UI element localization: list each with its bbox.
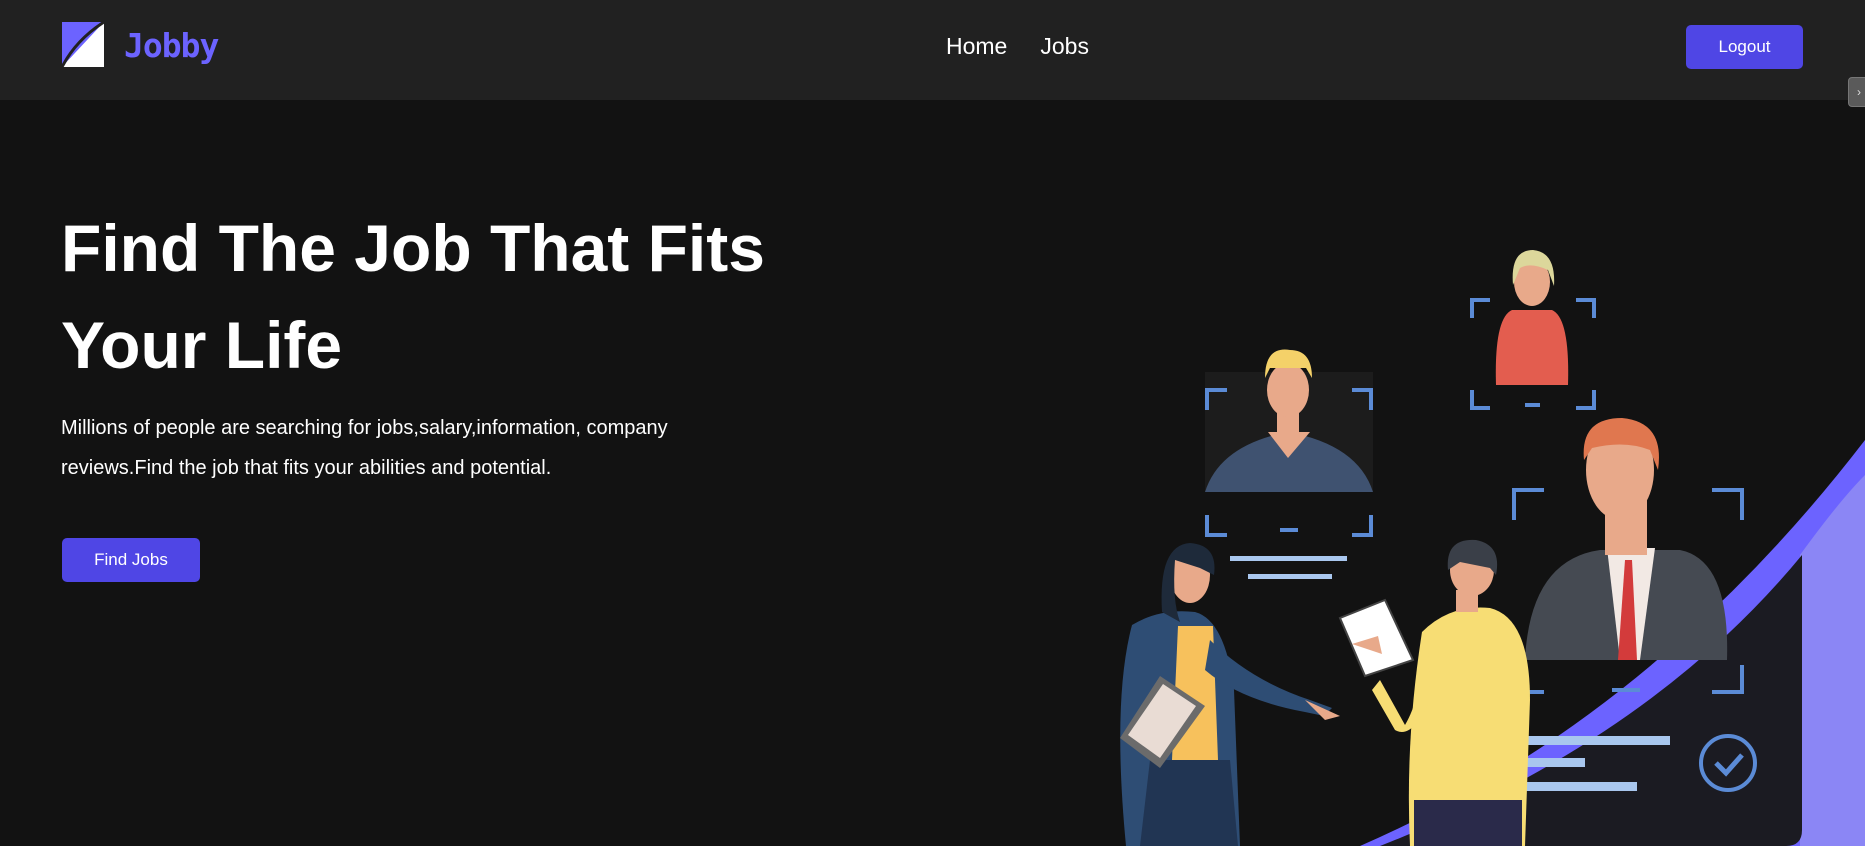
hero-title-line-1: Find The Job That Fits: [61, 211, 765, 285]
logout-button[interactable]: Logout: [1686, 25, 1803, 69]
nav-home-link[interactable]: Home: [946, 33, 1007, 60]
hero-description: Millions of people are searching for job…: [61, 408, 701, 488]
nav-jobs-link[interactable]: Jobs: [1040, 33, 1089, 60]
brand-name[interactable]: Jobby: [124, 26, 219, 65]
hero-title: Find The Job That Fits Your Life: [61, 200, 821, 394]
main-nav: Home Jobs: [946, 33, 1089, 60]
find-jobs-button[interactable]: Find Jobs: [62, 538, 200, 582]
navbar: Jobby Home Jobs Logout: [0, 0, 1865, 100]
hero-title-line-2: Your Life: [61, 308, 343, 382]
hero-description-line-1: Millions of people are searching for job…: [61, 417, 668, 439]
devtools-toggle-icon[interactable]: ›: [1848, 77, 1865, 107]
hero-description-line-2: reviews.Find the job that fits your abil…: [61, 457, 552, 479]
hiring-team-illustration: [1120, 250, 1865, 846]
jobby-logo-icon[interactable]: [62, 22, 104, 67]
